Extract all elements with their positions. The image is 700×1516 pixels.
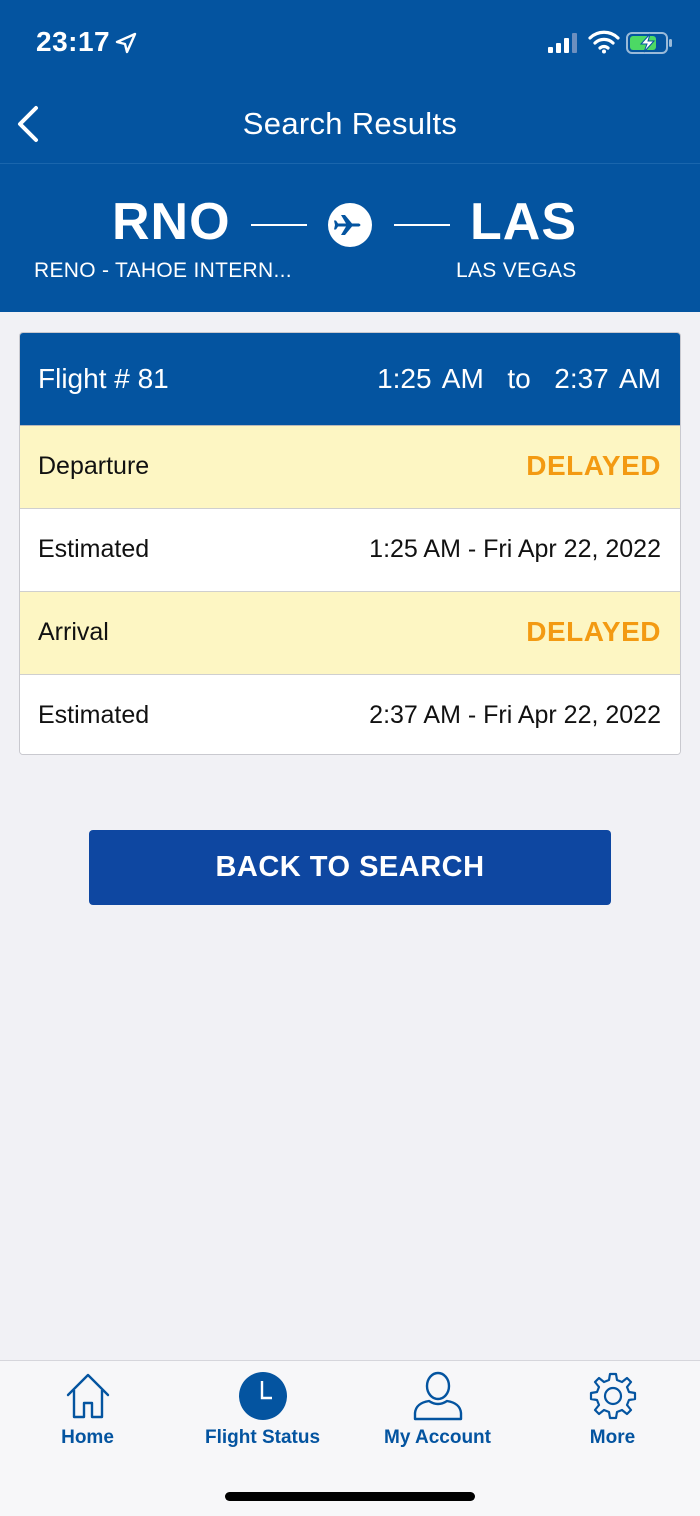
- page-title: Search Results: [242, 106, 458, 141]
- home-icon: [66, 1373, 109, 1419]
- departure-label: Departure: [38, 452, 150, 480]
- destination-airport-code: LAS: [470, 193, 577, 251]
- tab-my-account-label: My Account: [384, 1427, 491, 1448]
- arrival-estimated-row: Estimated 2:37 AM - Fri Apr 22, 2022: [20, 675, 680, 754]
- user-icon: [413, 1371, 462, 1421]
- tab-flight-status[interactable]: Flight Status: [175, 1371, 350, 1467]
- wifi-icon: [588, 30, 620, 54]
- tab-my-account[interactable]: My Account: [350, 1371, 525, 1467]
- destination-airport-name: LAS VEGAS: [456, 259, 577, 282]
- flight-card: Flight # 81 1:25 AM to 2:37 AM Departure…: [19, 332, 681, 755]
- departure-status-badge: DELAYED: [526, 450, 661, 481]
- arrival-status-row: Arrival DELAYED: [20, 592, 680, 675]
- airplane-icon: [328, 203, 372, 247]
- departure-estimated-row: Estimated 1:25 AM - Fri Apr 22, 2022: [20, 509, 680, 592]
- flight-number: Flight # 81: [38, 363, 169, 394]
- battery-charging-icon: [626, 32, 672, 54]
- departure-estimated-value: 1:25 AM - Fri Apr 22, 2022: [369, 535, 661, 563]
- tab-home[interactable]: Home: [0, 1371, 175, 1467]
- status-time: 23:17: [36, 26, 111, 57]
- gear-icon: [589, 1372, 636, 1420]
- home-indicator: [225, 1492, 475, 1501]
- flight-times: 1:25 AM to 2:37 AM: [377, 363, 661, 394]
- tab-more[interactable]: More: [525, 1371, 700, 1467]
- tab-home-label: Home: [61, 1427, 114, 1448]
- arrival-label: Arrival: [38, 618, 109, 646]
- clock-icon: [238, 1372, 287, 1420]
- arrival-estimated-value: 2:37 AM - Fri Apr 22, 2022: [369, 701, 661, 729]
- cellular-signal-icon: [548, 33, 577, 53]
- arrival-estimated-label: Estimated: [38, 701, 150, 729]
- route-line-left: [251, 224, 307, 226]
- status-bar: 23:17: [0, 0, 700, 88]
- flight-card-header: Flight # 81 1:25 AM to 2:37 AM: [20, 333, 680, 426]
- origin-airport-code: RNO: [112, 193, 231, 251]
- arrival-status-badge: DELAYED: [526, 616, 661, 647]
- route-header: RNO LAS RENO - TAHOE INTERN... LAS VEGAS: [0, 164, 700, 312]
- back-to-search-button[interactable]: BACK TO SEARCH: [89, 830, 611, 905]
- departure-status-row: Departure DELAYED: [20, 426, 680, 509]
- route-line-right: [394, 224, 450, 226]
- tab-more-label: More: [589, 1427, 636, 1448]
- origin-airport-name: RENO - TAHOE INTERN...: [34, 259, 292, 282]
- nav-bar: Search Results: [0, 88, 700, 164]
- departure-estimated-label: Estimated: [38, 535, 150, 563]
- location-arrow-icon: [115, 32, 137, 54]
- tab-flight-status-label: Flight Status: [204, 1427, 321, 1448]
